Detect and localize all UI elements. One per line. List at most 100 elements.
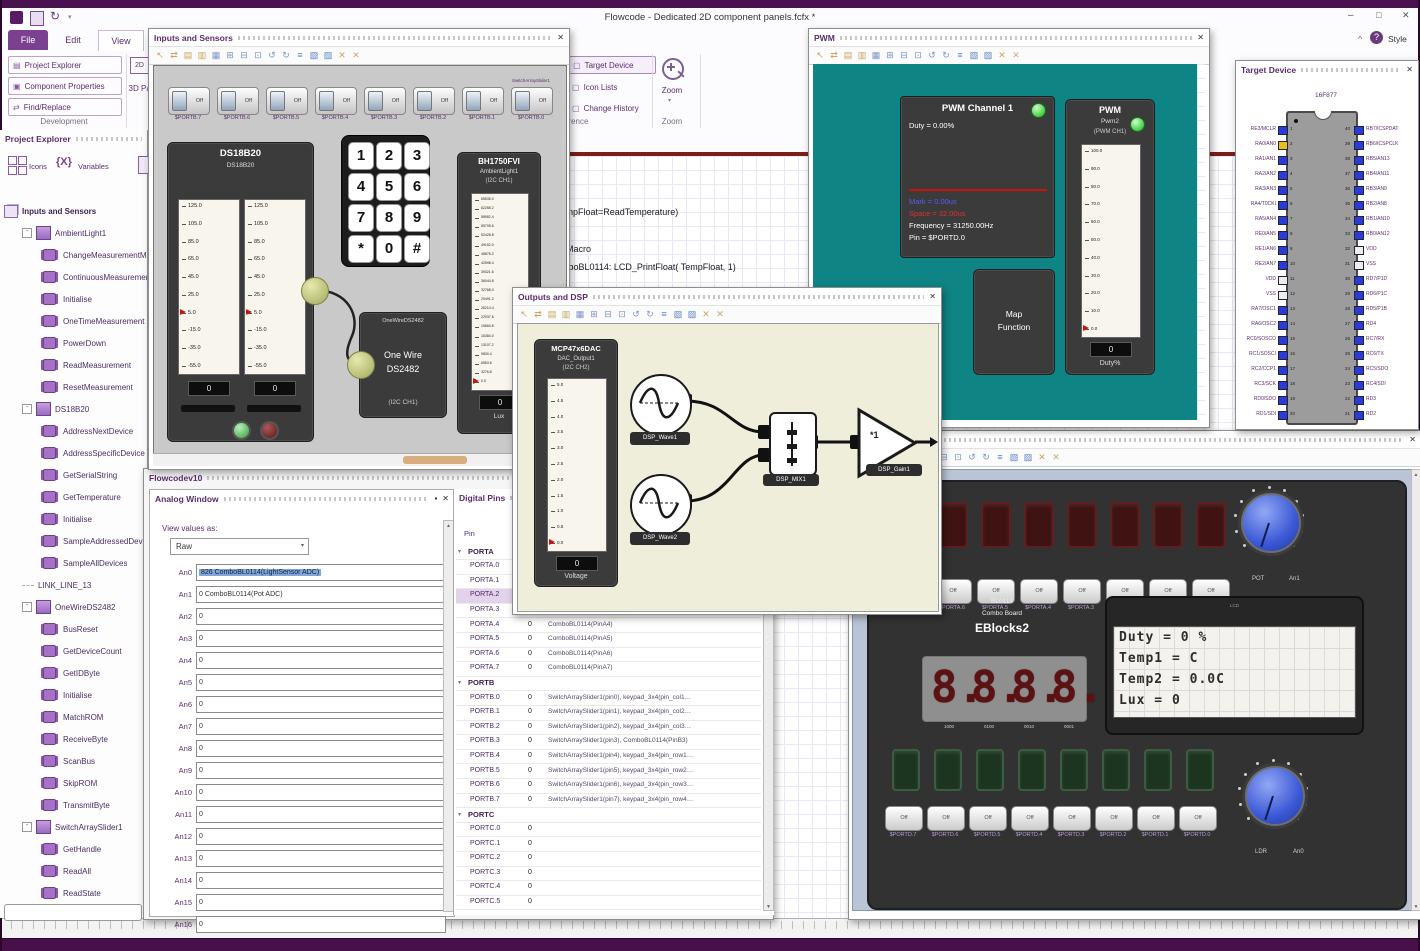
switch-portb.5[interactable]: Off xyxy=(266,87,308,115)
zoom-icon[interactable] xyxy=(662,58,685,80)
tree-item-skiprom[interactable]: SkipROM xyxy=(40,772,147,794)
clear-icon[interactable]: ✕ xyxy=(349,48,363,63)
panel-drag-handle[interactable] xyxy=(237,36,553,40)
analog-input-an8[interactable]: 0 xyxy=(196,740,446,757)
clear-icon[interactable]: ✕ xyxy=(1049,450,1063,465)
center-icon[interactable]: ⊡ xyxy=(911,48,925,63)
analog-input-an5[interactable]: 0 xyxy=(196,674,446,691)
slider-marker[interactable] xyxy=(180,308,186,315)
pin-pad[interactable] xyxy=(1354,246,1364,255)
tree-item-gettemperature[interactable]: GetTemperature xyxy=(40,486,147,508)
digital-row-portc[interactable]: ▾ PORTC xyxy=(456,808,761,823)
keypad-key-8[interactable]: 8 xyxy=(376,204,402,232)
fill-icon[interactable]: ▧ xyxy=(671,307,685,322)
layout-icon[interactable]: ▤ xyxy=(181,48,195,63)
add-icon[interactable]: ⊞ xyxy=(883,48,897,63)
tree-expander-icon[interactable]: - xyxy=(22,602,32,612)
pin-pad[interactable] xyxy=(1278,216,1288,225)
close-button[interactable]: ✕ xyxy=(1402,10,1410,21)
tree-expander-icon[interactable]: - xyxy=(22,404,32,414)
knob-face[interactable] xyxy=(1245,766,1305,826)
slider-marker[interactable] xyxy=(1083,325,1089,331)
select-icon[interactable]: ↖ xyxy=(517,307,531,322)
duty-slider[interactable]: 100.0 90.0 80.0 70.0 60.0 50.0 40.0 30.0 20.0 10.… xyxy=(1081,144,1141,338)
temperature-slider-2[interactable]: 125.0 105.0 85.0 65.0 45.0 25.0 5.0 -15.0 -35.0-… xyxy=(244,199,306,375)
digital-row-portb.0[interactable]: PORTB.0 0 SwitchArraySlider1(pin0), keypad… xyxy=(456,691,761,706)
tree-item-link-line-13[interactable]: LINK_LINE_13 xyxy=(22,574,147,596)
rotate-right-icon[interactable]: ↻ xyxy=(939,48,953,63)
rotate-right-icon[interactable]: ↻ xyxy=(279,48,293,63)
add-icon[interactable]: ⊞ xyxy=(223,48,237,63)
select-icon[interactable]: ↖ xyxy=(813,48,827,63)
keypad-key-#[interactable]: # xyxy=(404,235,430,263)
grid-icon[interactable]: ▦ xyxy=(869,48,883,63)
pin-pad[interactable] xyxy=(1278,306,1288,315)
hatch-icon[interactable]: ▨ xyxy=(321,48,335,63)
analog-input-an10[interactable]: 0 xyxy=(196,784,446,801)
fill-icon[interactable]: ▧ xyxy=(1007,450,1021,465)
layout-icon[interactable]: ▤ xyxy=(545,307,559,322)
analog-input-an11[interactable]: 0 xyxy=(196,806,446,823)
pin-pad[interactable] xyxy=(1278,381,1288,390)
keypad-key-1[interactable]: 1 xyxy=(348,142,374,170)
analog-input-an14[interactable]: 0 xyxy=(196,872,446,889)
ribbon-collapse-icon[interactable]: ^ xyxy=(1358,34,1362,44)
panel-drag-handle[interactable] xyxy=(839,36,1193,40)
remove-icon[interactable]: ⊟ xyxy=(237,48,251,63)
maximize-button[interactable]: □ xyxy=(1376,10,1381,20)
lcd-display[interactable]: LCD Duty = 0 % Temp1 = C Temp2 = 0.0C Lux =… xyxy=(1105,596,1364,735)
pin-pad[interactable] xyxy=(1354,126,1364,135)
keypad-key-7[interactable]: 7 xyxy=(348,204,374,232)
tree-item-initialise[interactable]: Initialise xyxy=(40,288,147,310)
pin-pad[interactable] xyxy=(1354,351,1364,360)
close-icon[interactable]: ✕ xyxy=(1409,435,1416,444)
digital-row-portb.2[interactable]: PORTB.2 0 SwitchArraySlider1(pin2), keypad… xyxy=(456,720,761,736)
digital-row-portb.3[interactable]: PORTB.3 0 SwitchArraySlider1(pin3), ComboB… xyxy=(456,735,761,750)
clear-icon[interactable]: ✕ xyxy=(1009,48,1023,63)
analog-input-an7[interactable]: 0 xyxy=(196,718,446,735)
icons-view-label[interactable]: Icons xyxy=(29,162,47,171)
pin-pad[interactable] xyxy=(1354,156,1364,165)
tree-item-resetmeasurement[interactable]: ResetMeasurement xyxy=(40,376,147,398)
pin-pad[interactable] xyxy=(1354,396,1364,405)
tab-file[interactable]: File xyxy=(8,30,48,50)
pin-pad[interactable] xyxy=(1278,411,1288,420)
tab-view[interactable]: View xyxy=(98,30,144,51)
variables-icon[interactable]: {X} xyxy=(56,156,72,168)
tree-item-onewireds2482[interactable]: - OneWireDS2482 xyxy=(22,596,147,618)
minimize-button[interactable]: – xyxy=(1348,10,1354,21)
layout2-icon[interactable]: ▥ xyxy=(195,48,209,63)
pin-pad[interactable] xyxy=(1354,216,1364,225)
pin-pad[interactable] xyxy=(1354,261,1364,270)
panel-drag-handle[interactable] xyxy=(223,497,430,501)
help-icon[interactable]: ? xyxy=(1370,31,1383,44)
analog-input-an12[interactable]: 0 xyxy=(196,828,446,845)
digital-row-portb.6[interactable]: PORTB.6 0 SwitchArraySlider1(pin6), keypad… xyxy=(456,779,761,794)
pin-pad[interactable] xyxy=(1354,381,1364,390)
tree-expander-icon[interactable]: - xyxy=(22,228,32,238)
pin-pad[interactable] xyxy=(1278,201,1288,210)
switch-portb.6[interactable]: Off xyxy=(217,87,259,115)
ldr-knob[interactable] xyxy=(1237,758,1309,826)
app-icon[interactable] xyxy=(10,11,23,24)
center-icon[interactable]: ⊡ xyxy=(615,307,629,322)
knob-face[interactable] xyxy=(1241,493,1301,553)
panel-2d-button[interactable]: 2D xyxy=(130,57,149,74)
temperature-slider-1[interactable]: 125.0 105.0 85.0 65.0 45.0 25.0 5.0 -15.0 -35.0-… xyxy=(178,199,240,375)
tree-item-addressspecificdevice[interactable]: AddressSpecificDevice xyxy=(40,442,147,464)
macros-icon[interactable] xyxy=(138,156,148,174)
panel-canvas[interactable]: Off $PORTB.7 Off $PORTB.6 Off $PORTB.5 Off $POR… xyxy=(153,65,567,455)
group-arrow-icon[interactable]: ▾ xyxy=(458,811,461,818)
center-icon[interactable]: ⊡ xyxy=(951,450,965,465)
pin-pad[interactable] xyxy=(1278,336,1288,345)
keypad-key-9[interactable]: 9 xyxy=(404,204,430,232)
tree-item-powerdown[interactable]: PowerDown xyxy=(40,332,147,354)
switch-portb.3[interactable]: Off xyxy=(364,87,406,115)
pin-pad[interactable] xyxy=(1354,291,1364,300)
tree-item-matchrom[interactable]: MatchROM xyxy=(40,706,147,728)
keypad-key-6[interactable]: 6 xyxy=(404,173,430,201)
pin-pad[interactable] xyxy=(1278,156,1288,165)
pin-pad[interactable] xyxy=(1278,351,1288,360)
target-device-toggle[interactable]: ▢ Target Device xyxy=(568,56,656,74)
pin-pad[interactable] xyxy=(1278,126,1288,135)
